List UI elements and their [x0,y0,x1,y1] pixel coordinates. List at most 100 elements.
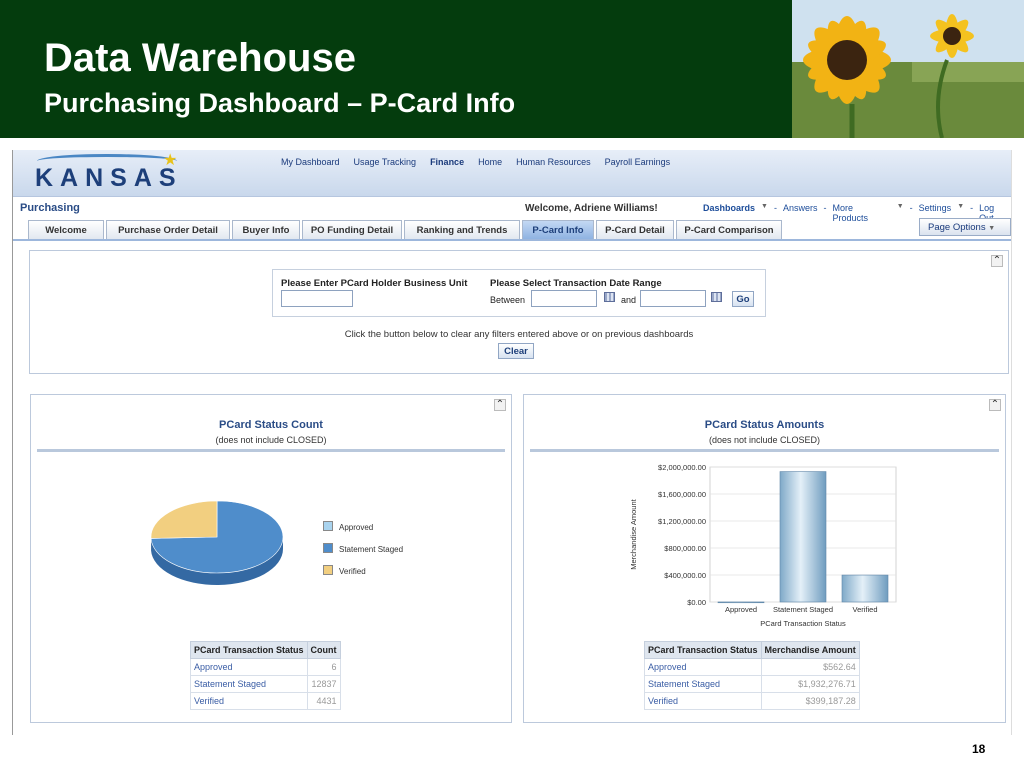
top-link-home[interactable]: Home [478,157,502,167]
y-tick-label: $1,600,000.00 [658,490,706,499]
x-tick-label: Statement Staged [773,605,833,614]
page-options-label: Page Options [928,222,986,233]
collapse-icon[interactable]: ⌃ [494,399,506,411]
tab-p-card-comparison[interactable]: P-Card Comparison [676,220,782,239]
column-header: PCard Transaction Status [190,641,308,659]
top-link-my-dashboard[interactable]: My Dashboard [281,157,340,167]
amount-cell: $399,187.28 [760,692,860,710]
welcome-message: Welcome, Adriene Williams! [525,203,658,214]
app-banner: ★ KANSAS My Dashboard Usage Tracking Finan… [13,150,1011,196]
tab-ranking-and-trends[interactable]: Ranking and Trends [404,220,520,239]
status-cell[interactable]: Verified [644,692,762,710]
status-cell[interactable]: Approved [644,658,762,676]
slide: Data Warehouse Purchasing Dashboard – P-… [0,0,1024,768]
filter-panel: ⌃ Please Enter PCard Holder Business Uni… [29,250,1009,374]
status-cell[interactable]: Approved [190,658,308,676]
tab-po-funding-detail[interactable]: PO Funding Detail [302,220,402,239]
table-row: Verified $399,187.28 [644,692,860,710]
legend-item: Approved [323,521,403,543]
chart-title: PCard Status Count [219,419,323,431]
kansas-logo: KANSAS [35,164,183,192]
chart-subtitle: (does not include CLOSED) [708,435,821,445]
and-label: and [621,295,637,305]
start-date-input[interactable] [531,290,597,307]
legend-label: Approved [339,523,374,532]
status-cell[interactable]: Statement Staged [190,675,308,693]
sunflower-photo [792,0,1024,138]
calendar-icon[interactable] [711,292,722,302]
legend-swatch [323,565,333,575]
status-cell[interactable]: Statement Staged [644,675,762,693]
count-cell: 12837 [306,675,341,693]
status-amounts-panel: ⌃ PCard Status Amounts (does not include… [523,394,1006,723]
status-count-pie-chart [150,500,284,585]
legend-label: Statement Staged [339,545,404,554]
y-axis-label: Merchandise Amount [629,498,638,569]
top-link-human-resources[interactable]: Human Resources [516,157,591,167]
chart-title: PCard Status Amounts [704,419,825,431]
bar-statement-staged [779,471,827,603]
table-header-row: PCard Transaction Status Merchandise Amo… [644,641,860,659]
slide-header: Data Warehouse Purchasing Dashboard – P-… [0,0,1024,138]
page-options-button[interactable]: Page Options ▼ [919,218,1011,236]
top-nav: My Dashboard Usage Tracking Finance Home Hum… [281,157,670,167]
slide-subtitle: Purchasing Dashboard – P-Card Info [44,88,516,118]
x-tick-label: Approved [725,605,757,614]
date-range-label: Please Select Transaction Date Range [490,278,662,289]
top-link-usage-tracking[interactable]: Usage Tracking [354,157,417,167]
table-row: Approved 6 [190,658,341,676]
y-tick-label: $0.00 [687,598,706,607]
tab-p-card-info[interactable]: P-Card Info [522,220,594,239]
business-unit-label: Please Enter PCard Holder Business Unit [281,278,468,289]
dashboard-screenshot: ★ KANSAS My Dashboard Usage Tracking Finan… [12,150,1012,735]
go-button[interactable]: Go [732,291,754,307]
tab-p-card-detail[interactable]: P-Card Detail [596,220,674,239]
pie-slice-verified [150,500,218,539]
y-tick-label: $2,000,000.00 [658,463,706,472]
y-tick-label: $400,000.00 [664,571,706,580]
status-count-table: PCard Transaction Status Count Approved … [190,641,341,710]
amount-cell: $562.64 [760,658,860,676]
column-header: Merchandise Amount [760,641,860,659]
top-link-finance[interactable]: Finance [430,157,464,167]
collapse-icon[interactable]: ⌃ [989,399,1001,411]
table-header-row: PCard Transaction Status Count [190,641,341,659]
table-row: Statement Staged $1,932,276.71 [644,675,860,693]
collapse-icon[interactable]: ⌃ [991,255,1003,267]
business-unit-input[interactable] [281,290,353,307]
x-tick-label: Verified [852,605,877,614]
chart-divider [37,449,505,452]
slide-title: Data Warehouse [44,36,356,80]
count-cell: 4431 [306,692,341,710]
y-tick-label: $1,200,000.00 [658,517,706,526]
column-header: Count [306,641,341,659]
amount-cell: $1,932,276.71 [760,675,860,693]
x-axis-label: PCard Transaction Status [760,619,846,628]
calendar-icon[interactable] [604,292,615,302]
tab-buyer-info[interactable]: Buyer Info [232,220,300,239]
tab-welcome[interactable]: Welcome [28,220,104,239]
column-header: PCard Transaction Status [644,641,762,659]
filter-prompts: Please Enter PCard Holder Business Unit … [272,269,766,317]
legend-swatch [323,543,333,553]
page-number: 18 [972,742,986,756]
tab-purchase-order-detail[interactable]: Purchase Order Detail [106,220,230,239]
tab-strip: Page Options ▼ Welcome Purchase Order Det… [13,218,1011,241]
legend-item: Verified [323,565,403,587]
bar-verified [841,574,889,603]
clear-button[interactable]: Clear [498,343,534,359]
chart-subtitle: (does not include CLOSED) [215,435,327,445]
y-tick-label: $800,000.00 [664,544,706,553]
between-label: Between [490,295,526,305]
clear-message: Click the button below to clear any filt… [344,329,694,340]
bar-approved [717,601,765,604]
top-link-payroll-earnings[interactable]: Payroll Earnings [605,157,671,167]
count-cell: 6 [306,658,341,676]
legend-item: Statement Staged [323,543,403,565]
end-date-input[interactable] [640,290,706,307]
chart-divider [530,449,999,452]
status-cell[interactable]: Verified [190,692,308,710]
table-row: Verified 4431 [190,692,341,710]
section-name: Purchasing [20,202,80,214]
table-row: Statement Staged 12837 [190,675,341,693]
